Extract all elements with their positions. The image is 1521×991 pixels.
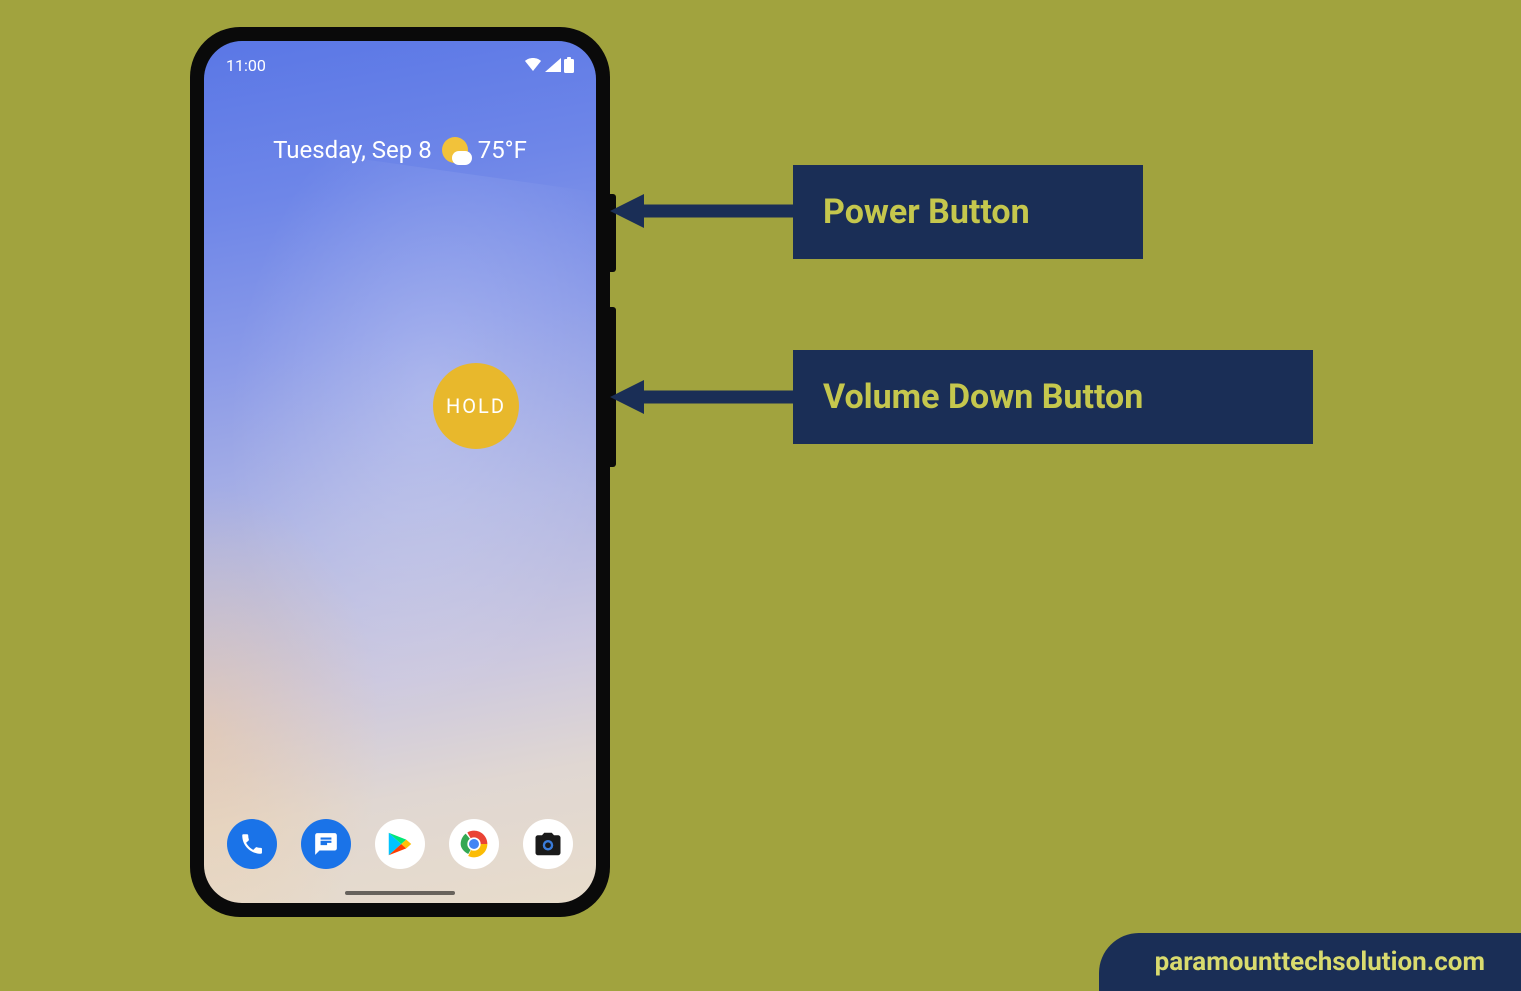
label-volume-button: Volume Down Button [793,350,1313,444]
navigation-pill[interactable] [345,891,455,895]
weather-icon [442,137,468,163]
weather-temp: 75°F [478,136,527,164]
label-power-button: Power Button [793,165,1143,259]
status-icons [524,57,574,73]
watermark: paramounttechsolution.com [1099,933,1521,991]
arrow-power [610,194,800,228]
messages-app-icon[interactable] [301,819,351,869]
status-time: 11:00 [226,56,266,75]
hold-indicator: HOLD [433,363,519,449]
label-power-text: Power Button [823,192,1030,232]
chrome-icon[interactable] [449,819,499,869]
app-dock [204,819,596,869]
status-bar: 11:00 [204,51,596,79]
phone-app-icon[interactable] [227,819,277,869]
phone-screen: 11:00 Tuesday, Sep 8 75°F HOLD [204,41,596,903]
signal-icon [545,58,561,72]
arrow-volume [610,380,800,414]
phone-frame: 11:00 Tuesday, Sep 8 75°F HOLD [190,27,610,917]
weather-date: Tuesday, Sep 8 [273,136,432,164]
hold-label: HOLD [446,394,506,418]
label-volume-text: Volume Down Button [823,377,1143,417]
camera-icon[interactable] [523,819,573,869]
play-store-icon[interactable] [375,819,425,869]
watermark-text: paramounttechsolution.com [1155,947,1485,977]
wifi-icon [524,58,542,72]
battery-icon [564,57,574,73]
weather-widget[interactable]: Tuesday, Sep 8 75°F [204,136,596,164]
